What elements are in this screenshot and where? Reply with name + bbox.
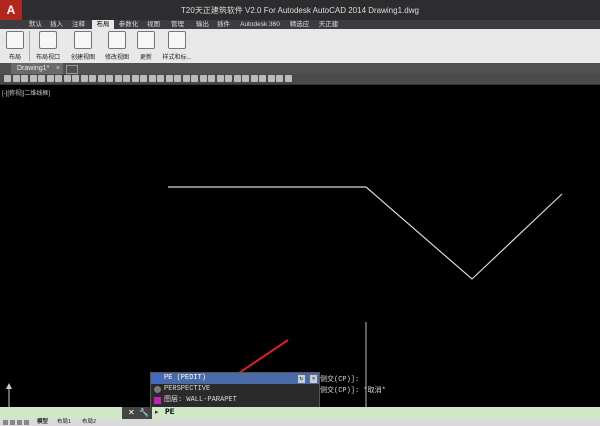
close-icon[interactable]: ✕ [310, 375, 317, 383]
tab-layout1[interactable]: 布局1 [57, 419, 71, 426]
layer-icon [154, 397, 161, 404]
wrench-icon[interactable]: 🔧 [139, 408, 149, 417]
autocomplete-item-perspective[interactable]: PERSPECTIVE [151, 384, 319, 395]
nav-next-icon[interactable] [17, 420, 22, 425]
drawing-canvas[interactable] [0, 0, 600, 426]
autocomplete-item-pedit[interactable]: PE (PEDIT) ↻ ✕ [151, 373, 319, 384]
close-icon[interactable]: ✕ [128, 408, 135, 417]
command-line-controls: ✕ 🔧 [122, 407, 152, 419]
history-line: 侧交(CP)]: [320, 376, 360, 384]
tab-model[interactable]: 模型 [37, 419, 48, 426]
command-icon [154, 375, 161, 382]
variable-icon [154, 386, 161, 393]
command-prompt-icon: ▸ [155, 409, 159, 416]
tab-layout2[interactable]: 布局2 [82, 419, 96, 426]
command-history: 侧交(CP)]: 侧交(CP)]: *取消* [318, 372, 418, 406]
refresh-icon[interactable]: ↻ [297, 375, 305, 383]
history-line: 侧交(CP)]: *取消* [320, 387, 386, 395]
autocomplete-popup: PE (PEDIT) ↻ ✕ PERSPECTIVE 图层: WALL-PARA… [150, 372, 320, 408]
command-input[interactable]: PE [165, 408, 175, 417]
nav-first-icon[interactable] [3, 420, 8, 425]
nav-prev-icon[interactable] [10, 420, 15, 425]
polyline-v-shape[interactable] [365, 186, 563, 280]
command-line[interactable]: ✕ 🔧 ▸ PE [0, 407, 600, 419]
nav-last-icon[interactable] [24, 420, 29, 425]
layout-tab-bar: 模型 布局1 布局2 [0, 419, 600, 426]
autocomplete-item-layer[interactable]: 图层: WALL-PARAPET [151, 395, 319, 406]
